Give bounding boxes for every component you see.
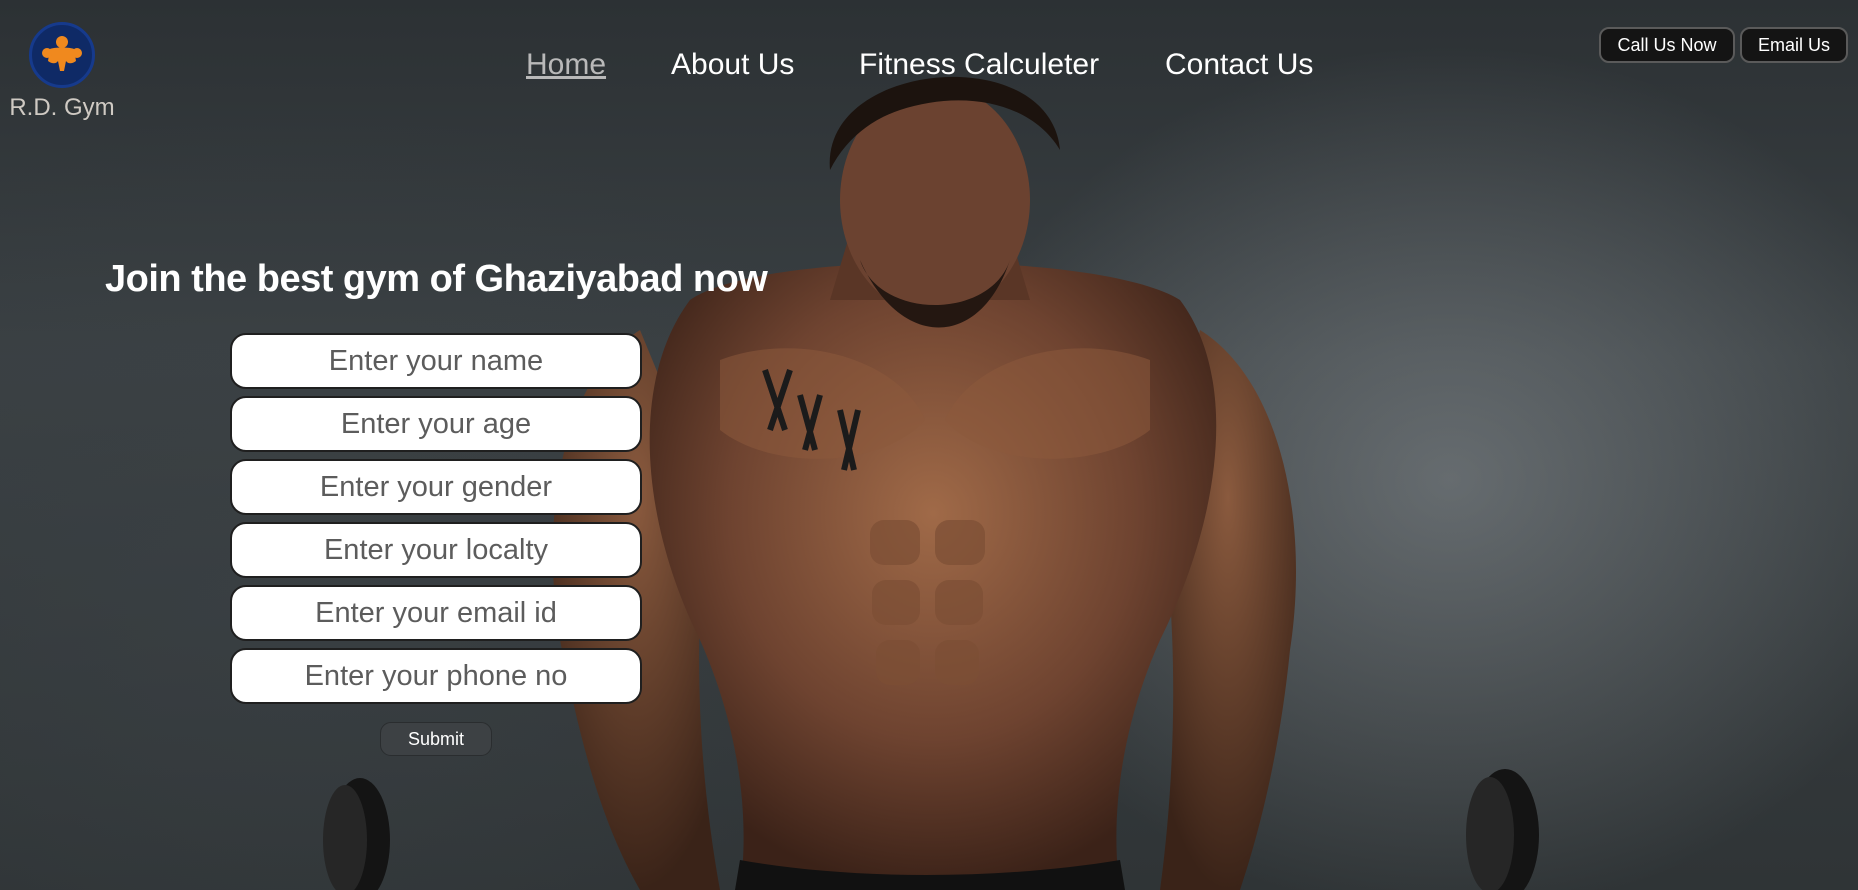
nav-home[interactable]: Home — [526, 48, 606, 82]
join-headline: Join the best gym of Ghaziyabad now — [105, 258, 768, 300]
email-us-button[interactable]: Email Us — [1740, 27, 1848, 63]
name-input[interactable] — [230, 333, 642, 389]
submit-button[interactable]: Submit — [380, 722, 492, 756]
locality-input[interactable] — [230, 522, 642, 578]
age-input[interactable] — [230, 396, 642, 452]
nav-about-us[interactable]: About Us — [671, 48, 794, 82]
email-input[interactable] — [230, 585, 642, 641]
main-nav: Home About Us Fitness Calculeter Contact… — [0, 48, 1858, 88]
gender-input[interactable] — [230, 459, 642, 515]
phone-input[interactable] — [230, 648, 642, 704]
call-us-button[interactable]: Call Us Now — [1599, 27, 1735, 63]
nav-fitness-calculator[interactable]: Fitness Calculeter — [859, 48, 1099, 82]
brand-name: R.D. Gym — [9, 94, 115, 121]
nav-contact-us[interactable]: Contact Us — [1165, 48, 1313, 82]
gym-homepage: R.D. Gym Home About Us Fitness Calculete… — [0, 0, 1858, 890]
